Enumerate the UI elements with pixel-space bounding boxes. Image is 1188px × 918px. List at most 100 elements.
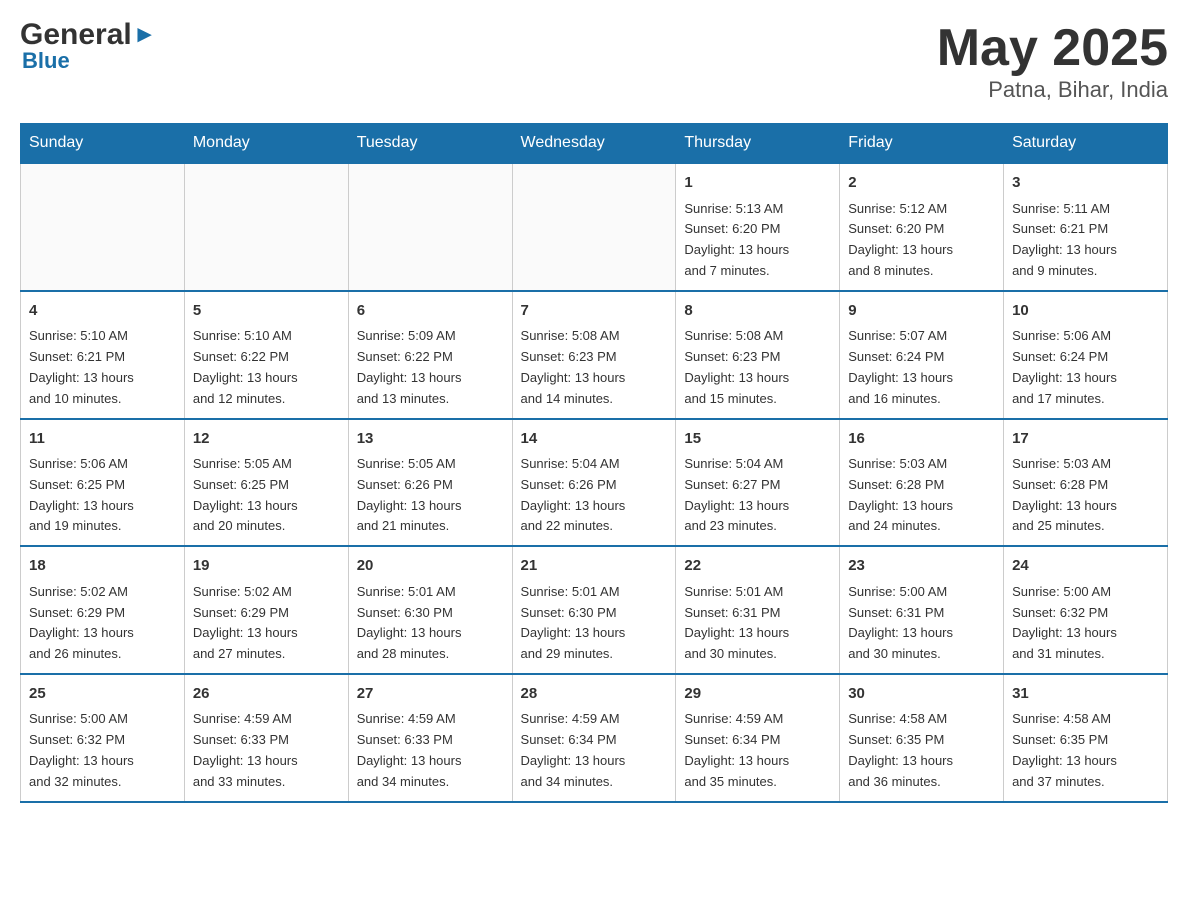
- day-number: 24: [1012, 555, 1159, 578]
- logo-general-text: General►: [20, 20, 157, 50]
- logo-arrow-icon: ►: [133, 23, 157, 47]
- day-number: 8: [684, 300, 831, 323]
- day-info: Sunrise: 5:13 AMSunset: 6:20 PMDaylight:…: [684, 199, 831, 282]
- day-number: 15: [684, 428, 831, 451]
- table-row: 4 Sunrise: 5:10 AMSunset: 6:21 PMDaylight…: [21, 291, 185, 419]
- day-number: 20: [357, 555, 504, 578]
- day-number: 17: [1012, 428, 1159, 451]
- day-number: 16: [848, 428, 995, 451]
- table-row: 17 Sunrise: 5:03 AMSunset: 6:28 PMDayligh…: [1004, 419, 1168, 547]
- table-row: 25 Sunrise: 5:00 AMSunset: 6:32 PMDayligh…: [21, 674, 185, 802]
- day-info: Sunrise: 4:58 AMSunset: 6:35 PMDaylight:…: [848, 709, 995, 792]
- day-info: Sunrise: 5:00 AMSunset: 6:32 PMDaylight:…: [29, 709, 176, 792]
- day-number: 13: [357, 428, 504, 451]
- day-number: 25: [29, 683, 176, 706]
- day-number: 3: [1012, 172, 1159, 195]
- day-info: Sunrise: 5:04 AMSunset: 6:26 PMDaylight:…: [521, 454, 668, 537]
- col-tuesday: Tuesday: [348, 124, 512, 164]
- table-row: 1Sunrise: 5:13 AMSunset: 6:20 PMDaylight…: [676, 163, 840, 291]
- table-row: 11Sunrise: 5:06 AMSunset: 6:25 PMDayligh…: [21, 419, 185, 547]
- day-number: 23: [848, 555, 995, 578]
- table-row: 27 Sunrise: 4:59 AMSunset: 6:33 PMDayligh…: [348, 674, 512, 802]
- day-info: Sunrise: 5:10 AMSunset: 6:22 PMDaylight:…: [193, 326, 340, 409]
- day-info: Sunrise: 5:04 AMSunset: 6:27 PMDaylight:…: [684, 454, 831, 537]
- day-number: 2: [848, 172, 995, 195]
- day-info: Sunrise: 5:06 AMSunset: 6:25 PMDaylight:…: [29, 454, 176, 537]
- table-row: 19Sunrise: 5:02 AMSunset: 6:29 PMDayligh…: [184, 546, 348, 674]
- table-row: 10 Sunrise: 5:06 AMSunset: 6:24 PMDayligh…: [1004, 291, 1168, 419]
- table-row: [184, 163, 348, 291]
- day-number: 9: [848, 300, 995, 323]
- day-info: Sunrise: 4:58 AMSunset: 6:35 PMDaylight:…: [1012, 709, 1159, 792]
- table-row: 5Sunrise: 5:10 AMSunset: 6:22 PMDaylight…: [184, 291, 348, 419]
- day-number: 19: [193, 555, 340, 578]
- calendar-week-row: 25 Sunrise: 5:00 AMSunset: 6:32 PMDayligh…: [21, 674, 1168, 802]
- day-info: Sunrise: 5:08 AMSunset: 6:23 PMDaylight:…: [521, 326, 668, 409]
- day-info: Sunrise: 4:59 AMSunset: 6:33 PMDaylight:…: [357, 709, 504, 792]
- calendar-table: Sunday Monday Tuesday Wednesday Thursday…: [20, 123, 1168, 802]
- day-number: 4: [29, 300, 176, 323]
- logo-blue-text: Blue: [22, 48, 157, 74]
- table-row: 29Sunrise: 4:59 AMSunset: 6:34 PMDayligh…: [676, 674, 840, 802]
- day-info: Sunrise: 4:59 AMSunset: 6:34 PMDaylight:…: [521, 709, 668, 792]
- table-row: 24Sunrise: 5:00 AMSunset: 6:32 PMDayligh…: [1004, 546, 1168, 674]
- day-info: Sunrise: 4:59 AMSunset: 6:34 PMDaylight:…: [684, 709, 831, 792]
- day-info: Sunrise: 5:05 AMSunset: 6:25 PMDaylight:…: [193, 454, 340, 537]
- day-number: 30: [848, 683, 995, 706]
- table-row: 18Sunrise: 5:02 AMSunset: 6:29 PMDayligh…: [21, 546, 185, 674]
- table-row: 12 Sunrise: 5:05 AMSunset: 6:25 PMDayligh…: [184, 419, 348, 547]
- day-number: 31: [1012, 683, 1159, 706]
- day-number: 6: [357, 300, 504, 323]
- day-info: Sunrise: 5:00 AMSunset: 6:31 PMDaylight:…: [848, 582, 995, 665]
- day-info: Sunrise: 5:10 AMSunset: 6:21 PMDaylight:…: [29, 326, 176, 409]
- day-info: Sunrise: 5:03 AMSunset: 6:28 PMDaylight:…: [848, 454, 995, 537]
- col-sunday: Sunday: [21, 124, 185, 164]
- col-friday: Friday: [840, 124, 1004, 164]
- day-info: Sunrise: 5:06 AMSunset: 6:24 PMDaylight:…: [1012, 326, 1159, 409]
- col-saturday: Saturday: [1004, 124, 1168, 164]
- day-number: 10: [1012, 300, 1159, 323]
- calendar-subtitle: Patna, Bihar, India: [937, 77, 1168, 103]
- day-number: 28: [521, 683, 668, 706]
- table-row: 21 Sunrise: 5:01 AMSunset: 6:30 PMDayligh…: [512, 546, 676, 674]
- calendar-header-row: Sunday Monday Tuesday Wednesday Thursday…: [21, 124, 1168, 164]
- table-row: [512, 163, 676, 291]
- col-thursday: Thursday: [676, 124, 840, 164]
- page-header: General► Blue May 2025 Patna, Bihar, Ind…: [20, 20, 1168, 103]
- table-row: 16 Sunrise: 5:03 AMSunset: 6:28 PMDayligh…: [840, 419, 1004, 547]
- day-info: Sunrise: 5:03 AMSunset: 6:28 PMDaylight:…: [1012, 454, 1159, 537]
- table-row: 22Sunrise: 5:01 AMSunset: 6:31 PMDayligh…: [676, 546, 840, 674]
- col-monday: Monday: [184, 124, 348, 164]
- day-number: 7: [521, 300, 668, 323]
- col-wednesday: Wednesday: [512, 124, 676, 164]
- day-number: 21: [521, 555, 668, 578]
- table-row: 13 Sunrise: 5:05 AMSunset: 6:26 PMDayligh…: [348, 419, 512, 547]
- day-info: Sunrise: 5:12 AMSunset: 6:20 PMDaylight:…: [848, 199, 995, 282]
- day-info: Sunrise: 5:05 AMSunset: 6:26 PMDaylight:…: [357, 454, 504, 537]
- table-row: 20 Sunrise: 5:01 AMSunset: 6:30 PMDayligh…: [348, 546, 512, 674]
- day-info: Sunrise: 5:01 AMSunset: 6:30 PMDaylight:…: [357, 582, 504, 665]
- day-info: Sunrise: 4:59 AMSunset: 6:33 PMDaylight:…: [193, 709, 340, 792]
- day-info: Sunrise: 5:09 AMSunset: 6:22 PMDaylight:…: [357, 326, 504, 409]
- table-row: 15 Sunrise: 5:04 AMSunset: 6:27 PMDayligh…: [676, 419, 840, 547]
- day-info: Sunrise: 5:02 AMSunset: 6:29 PMDaylight:…: [29, 582, 176, 665]
- table-row: 6 Sunrise: 5:09 AMSunset: 6:22 PMDaylight…: [348, 291, 512, 419]
- table-row: 23 Sunrise: 5:00 AMSunset: 6:31 PMDayligh…: [840, 546, 1004, 674]
- calendar-title: May 2025: [937, 20, 1168, 77]
- day-number: 26: [193, 683, 340, 706]
- calendar-week-row: 4 Sunrise: 5:10 AMSunset: 6:21 PMDaylight…: [21, 291, 1168, 419]
- calendar-week-row: 11Sunrise: 5:06 AMSunset: 6:25 PMDayligh…: [21, 419, 1168, 547]
- day-info: Sunrise: 5:07 AMSunset: 6:24 PMDaylight:…: [848, 326, 995, 409]
- day-number: 27: [357, 683, 504, 706]
- table-row: 28 Sunrise: 4:59 AMSunset: 6:34 PMDayligh…: [512, 674, 676, 802]
- calendar-week-row: 1Sunrise: 5:13 AMSunset: 6:20 PMDaylight…: [21, 163, 1168, 291]
- table-row: 8Sunrise: 5:08 AMSunset: 6:23 PMDaylight…: [676, 291, 840, 419]
- table-row: 30 Sunrise: 4:58 AMSunset: 6:35 PMDayligh…: [840, 674, 1004, 802]
- calendar-week-row: 18Sunrise: 5:02 AMSunset: 6:29 PMDayligh…: [21, 546, 1168, 674]
- day-number: 12: [193, 428, 340, 451]
- table-row: 26 Sunrise: 4:59 AMSunset: 6:33 PMDayligh…: [184, 674, 348, 802]
- day-info: Sunrise: 5:01 AMSunset: 6:30 PMDaylight:…: [521, 582, 668, 665]
- title-block: May 2025 Patna, Bihar, India: [937, 20, 1168, 103]
- day-number: 14: [521, 428, 668, 451]
- table-row: [21, 163, 185, 291]
